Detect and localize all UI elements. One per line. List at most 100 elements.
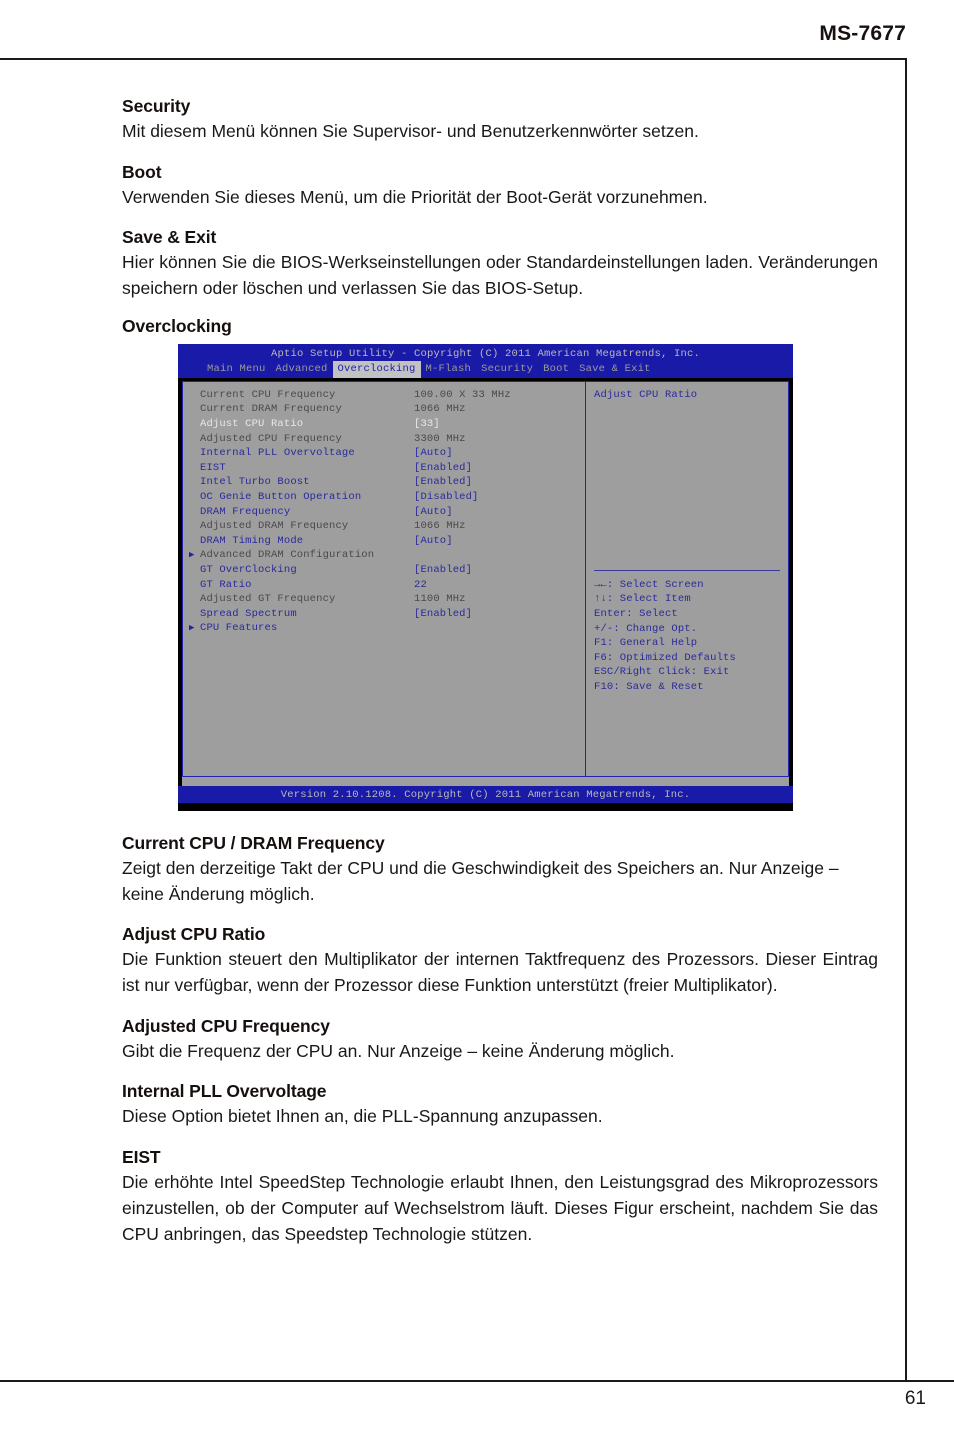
bios-option-row[interactable]: Current CPU Frequency 100.00 X 33 MHz — [183, 388, 585, 403]
bios-option-row-submenu[interactable]: ▶ CPU Features — [183, 621, 585, 636]
bios-screen: Aptio Setup Utility - Copyright (C) 2011… — [178, 343, 793, 811]
bios-option-row-selected[interactable]: Adjust CPU Ratio [33] — [183, 417, 585, 432]
bios-option-label: OC Genie Button Operation — [200, 491, 362, 504]
bios-menu-bar: Main Menu Advanced Overclocking M-Flash … — [178, 360, 793, 378]
section-body-adjusted-cpu-frequency: Gibt die Frequenz der CPU an. Nur Anzeig… — [122, 1040, 675, 1061]
bios-option-row[interactable]: Adjusted DRAM Frequency 1066 MHz — [183, 519, 585, 534]
bios-key-enter-select: Enter: Select — [594, 608, 678, 621]
page-number: 61 — [904, 1388, 926, 1409]
bios-option-value: 100.00 X 33 MHz — [414, 388, 511, 401]
bios-option-row[interactable]: Adjusted CPU Frequency 3300 MHz — [183, 432, 585, 447]
section-body-save-exit: Hier können Sie die BIOS-Werkseinstellun… — [122, 252, 878, 299]
section-title-overclocking: Overclocking — [122, 315, 232, 336]
bios-option-row[interactable]: Adjusted GT Frequency 1100 MHz — [183, 592, 585, 607]
bios-option-row[interactable]: EIST [Enabled] — [183, 461, 585, 476]
bios-tab-security[interactable]: Security — [476, 361, 538, 378]
bios-key-save-reset: F10: Save & Reset — [594, 681, 704, 694]
bios-screenshot-figure: Aptio Setup Utility - Copyright (C) 2011… — [178, 343, 793, 811]
section-title-adjust-cpu-ratio: Adjust CPU Ratio — [122, 924, 266, 945]
bios-option-row[interactable]: DRAM Frequency [Auto] — [183, 505, 585, 520]
bios-option-label: Current CPU Frequency — [200, 388, 336, 401]
bios-option-value: [Enabled] — [414, 607, 473, 620]
section-title-adjusted-cpu-frequency: Adjusted CPU Frequency — [122, 1015, 330, 1036]
bios-help-divider — [594, 569, 780, 571]
section-overclocking: Overclocking Aptio Setup Utility - Copyr… — [122, 316, 878, 811]
bios-option-row-submenu[interactable]: ▶ Advanced DRAM Configuration — [183, 548, 585, 563]
bios-key-legend: →←: Select Screen ↑↓: Select Item Enter:… — [594, 578, 736, 695]
bios-option-value: [Enabled] — [414, 564, 473, 576]
section-security: Security Mit diesem Menü können Sie Supe… — [122, 96, 878, 145]
bios-option-row[interactable]: GT Ratio 22 — [183, 578, 585, 593]
bios-option-label: Spread Spectrum — [200, 607, 297, 620]
bios-option-value: 1066 MHz — [414, 520, 466, 533]
bios-option-value: [Disabled] — [414, 491, 479, 504]
section-title-eist: EIST — [122, 1147, 161, 1168]
bios-option-row[interactable]: OC Genie Button Operation [Disabled] — [183, 490, 585, 505]
bios-body: Current CPU Frequency 100.00 X 33 MHz Cu… — [178, 377, 793, 777]
bios-option-label: Adjusted CPU Frequency — [200, 432, 342, 445]
bios-key-select-screen: →←: Select Screen — [594, 578, 704, 591]
bios-option-row[interactable]: GT OverClocking [Enabled] — [183, 563, 585, 578]
bios-key-exit: ESC/Right Click: Exit — [594, 666, 730, 679]
page-frame-bottom-rule — [0, 1380, 954, 1382]
section-body-adjust-cpu-ratio: Die Funktion steuert den Multiplikator d… — [122, 949, 878, 996]
bios-help-panel: Adjust CPU Ratio →←: Select Screen ↑↓: S… — [586, 380, 789, 777]
page-frame-top-rule — [0, 58, 907, 60]
bios-option-value: [Auto] — [414, 505, 453, 518]
bios-tab-advanced[interactable]: Advanced — [271, 361, 333, 378]
bios-option-value: [33] — [414, 418, 440, 431]
section-current-cpu-dram-frequency: Current CPU / DRAM Frequency Zeigt den d… — [122, 833, 878, 907]
bios-option-row[interactable]: Intel Turbo Boost [Enabled] — [183, 475, 585, 490]
bios-option-row[interactable]: Internal PLL Overvoltage [Auto] — [183, 446, 585, 461]
bios-option-label: DRAM Frequency — [200, 505, 291, 518]
bios-option-label: Adjust CPU Ratio — [200, 418, 304, 431]
bios-option-value: 3300 MHz — [414, 432, 466, 445]
section-adjust-cpu-ratio: Adjust CPU Ratio Die Funktion steuert de… — [122, 924, 878, 998]
bios-tab-save-exit[interactable]: Save & Exit — [574, 361, 656, 378]
bios-option-value: [Enabled] — [414, 476, 473, 489]
section-title-boot: Boot — [122, 161, 162, 182]
section-adjusted-cpu-frequency: Adjusted CPU Frequency Gibt die Frequenz… — [122, 1016, 878, 1065]
section-body-boot: Verwenden Sie dieses Menü, um die Priori… — [122, 186, 708, 207]
section-body-internal-pll-overvoltage: Diese Option bietet Ihnen an, die PLL-Sp… — [122, 1106, 603, 1127]
bios-option-label: GT OverClocking — [200, 564, 297, 576]
bios-tab-m-flash[interactable]: M-Flash — [421, 361, 477, 378]
bios-footer-version: Version 2.10.1208. Copyright (C) 2011 Am… — [178, 785, 793, 803]
bios-tab-main-menu[interactable]: Main Menu — [202, 361, 271, 378]
bios-option-label: DRAM Timing Mode — [200, 534, 304, 547]
bios-option-value: [Auto] — [414, 447, 453, 460]
bios-option-value: 1100 MHz — [414, 593, 466, 606]
bios-tab-boot[interactable]: Boot — [538, 361, 574, 378]
section-body-eist: Die erhöhte Intel SpeedStep Technologie … — [122, 1172, 878, 1244]
section-title-current-cpu-dram-frequency: Current CPU / DRAM Frequency — [122, 832, 385, 853]
bios-option-label: EIST — [200, 461, 226, 474]
bios-help-title: Adjust CPU Ratio — [594, 388, 698, 401]
bios-option-label: Intel Turbo Boost — [200, 476, 310, 489]
bios-option-label: Adjusted DRAM Frequency — [200, 520, 349, 533]
bios-option-list: Current CPU Frequency 100.00 X 33 MHz Cu… — [182, 380, 586, 777]
section-internal-pll-overvoltage: Internal PLL Overvoltage Diese Option bi… — [122, 1081, 878, 1130]
bios-bottom-bar — [178, 802, 793, 809]
section-boot: Boot Verwenden Sie dieses Menü, um die P… — [122, 162, 878, 211]
bios-option-value: 22 — [414, 578, 427, 591]
bios-option-row[interactable]: Spread Spectrum [Enabled] — [183, 607, 585, 622]
bios-key-change-opt: +/-: Change Opt. — [594, 622, 698, 635]
bios-option-row[interactable]: Current DRAM Frequency 1066 MHz — [183, 402, 585, 417]
bios-option-label: Adjusted GT Frequency — [200, 593, 336, 606]
bios-option-label: GT Ratio — [200, 578, 252, 591]
bios-key-general-help: F1: General Help — [594, 637, 698, 650]
bios-option-row[interactable]: DRAM Timing Mode [Auto] — [183, 534, 585, 549]
bios-option-label: Advanced DRAM Configuration — [200, 549, 375, 562]
bios-tab-overclocking[interactable]: Overclocking — [332, 361, 421, 378]
bios-option-label: Current DRAM Frequency — [200, 403, 342, 416]
section-body-current-cpu-dram-frequency: Zeigt den derzeitige Takt der CPU und di… — [122, 857, 839, 904]
section-body-security: Mit diesem Menü können Sie Supervisor- u… — [122, 121, 699, 141]
submenu-arrow-icon: ▶ — [189, 623, 195, 634]
bios-key-select-item: ↑↓: Select Item — [594, 593, 691, 606]
page-content: Security Mit diesem Menü können Sie Supe… — [122, 96, 878, 1264]
page-frame-right-rule — [905, 58, 907, 1382]
bios-key-optimized-defaults: F6: Optimized Defaults — [594, 651, 736, 664]
bios-option-label: Internal PLL Overvoltage — [200, 447, 355, 460]
bios-option-value: 1066 MHz — [414, 403, 466, 416]
section-title-save-exit: Save & Exit — [122, 227, 217, 248]
